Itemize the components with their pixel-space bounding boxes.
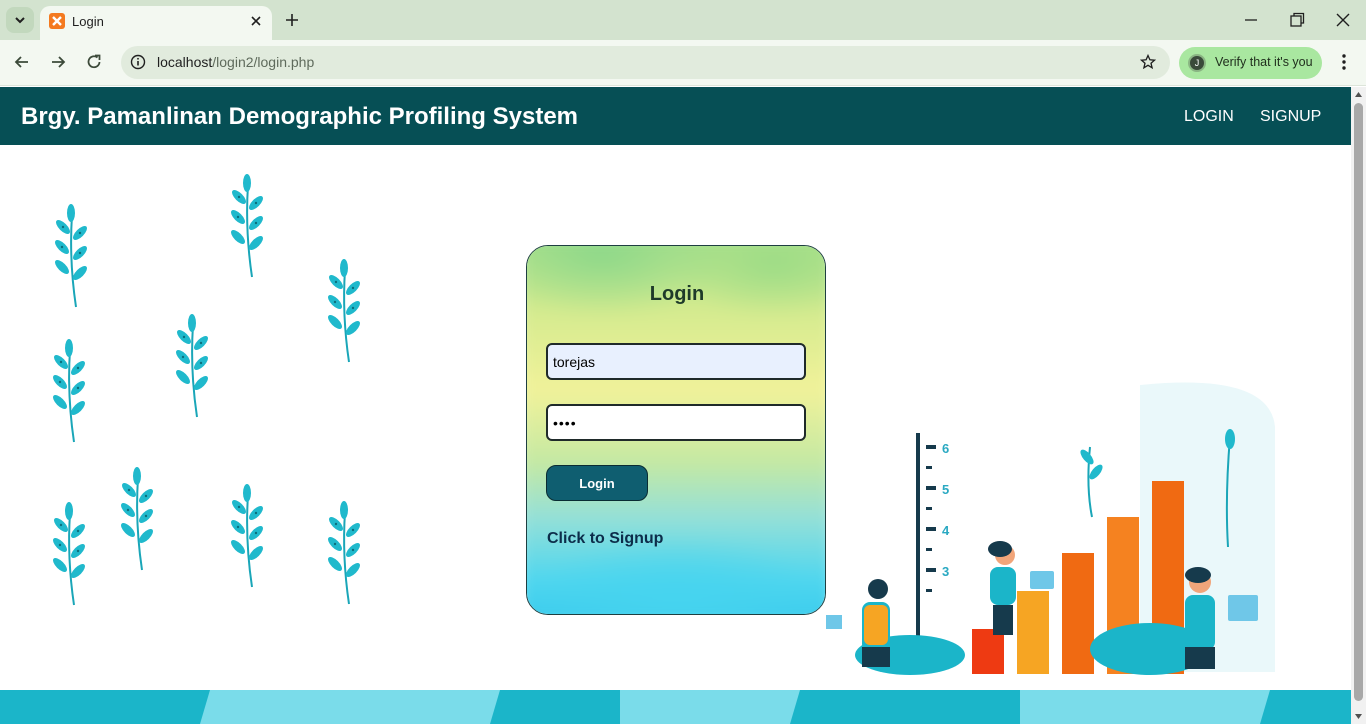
- xampp-favicon-icon: [49, 13, 65, 29]
- scrollbar-thumb[interactable]: [1354, 103, 1363, 701]
- tab-search-button[interactable]: [6, 7, 34, 33]
- nav-login-link[interactable]: LOGIN: [1184, 108, 1234, 126]
- browser-toolbar: localhost/login2/login.php J Verify that…: [0, 40, 1366, 86]
- scroll-down-arrow-icon[interactable]: [1354, 712, 1363, 721]
- minimize-icon[interactable]: [1241, 10, 1261, 30]
- site-info-icon[interactable]: [130, 54, 146, 70]
- restore-icon[interactable]: [1287, 10, 1307, 30]
- address-bar[interactable]: localhost/login2/login.php: [121, 46, 1170, 79]
- browser-tab-strip: Login: [0, 0, 1366, 40]
- verify-label: Verify that it's you: [1215, 55, 1313, 69]
- close-icon[interactable]: [248, 13, 264, 29]
- back-arrow-icon[interactable]: [12, 52, 32, 72]
- more-menu-icon[interactable]: [1334, 52, 1354, 72]
- data-analytics-illustration: 6 5 4 3: [826, 382, 1275, 675]
- site-navbar: Brgy. Pamanlinan Demographic Profiling S…: [0, 87, 1351, 145]
- forward-arrow-icon[interactable]: [48, 52, 68, 72]
- signup-link[interactable]: Click to Signup: [547, 530, 663, 548]
- login-card: Login Login Click to Signup: [526, 245, 826, 615]
- url-host: localhost: [157, 54, 213, 70]
- profile-avatar: J: [1188, 54, 1206, 72]
- page-scrollbar[interactable]: [1351, 87, 1366, 724]
- url-path: /login2/login.php: [212, 54, 315, 70]
- login-submit-button[interactable]: Login: [546, 465, 648, 501]
- nav-signup-link[interactable]: SIGNUP: [1260, 108, 1321, 126]
- url-text: localhost/login2/login.php: [157, 54, 314, 70]
- username-input[interactable]: [546, 343, 806, 380]
- browser-tab-active[interactable]: Login: [40, 6, 272, 40]
- axis-tick-3: 3: [942, 564, 949, 579]
- axis-tick-4: 4: [942, 523, 950, 538]
- close-window-icon[interactable]: [1333, 10, 1353, 30]
- verify-identity-chip[interactable]: J Verify that it's you: [1179, 47, 1322, 79]
- leaf-pattern-decoration: [49, 173, 364, 606]
- axis-tick-6: 6: [942, 441, 949, 456]
- axis-ticks: 6 5 4 3: [926, 441, 950, 592]
- tab-title: Login: [72, 14, 104, 29]
- site-title: Brgy. Pamanlinan Demographic Profiling S…: [21, 103, 579, 130]
- footer-wave-band: [0, 690, 1351, 724]
- scroll-up-arrow-icon[interactable]: [1354, 90, 1363, 99]
- new-tab-plus-icon[interactable]: [282, 10, 302, 30]
- chevron-down-icon: [15, 17, 25, 24]
- reload-icon[interactable]: [84, 52, 104, 72]
- password-input[interactable]: [546, 404, 806, 441]
- axis-tick-5: 5: [942, 482, 949, 497]
- login-title: Login: [649, 283, 705, 305]
- bookmark-star-icon[interactable]: [1140, 54, 1156, 70]
- page-viewport: Brgy. Pamanlinan Demographic Profiling S…: [0, 87, 1351, 724]
